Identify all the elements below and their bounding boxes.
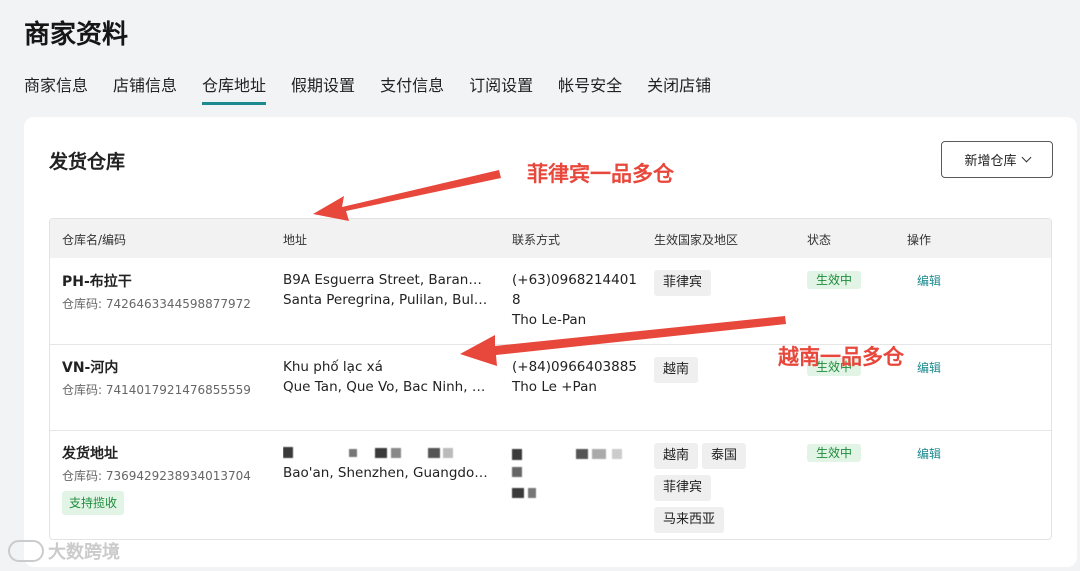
page-title: 商家资料	[24, 20, 129, 50]
contact-name: Tho Le-Pan	[512, 312, 587, 328]
header-name: 仓库名/编码	[62, 233, 127, 247]
warehouse-name: PH-布拉干	[62, 274, 132, 290]
watermark: 大数跨境	[8, 538, 120, 564]
warehouse-contact: (+84)0966403885 Tho Le +Pan	[512, 357, 637, 397]
annotation-vn: 越南一品多仓	[778, 345, 904, 369]
warehouse-address: Khu phố lạc xá Que Tan, Que Vo, Bac Ninh…	[283, 357, 488, 397]
status-badge: 生效中	[807, 444, 862, 462]
tab-holiday-settings[interactable]: 假期设置	[291, 72, 355, 105]
add-warehouse-button[interactable]: 新增仓库	[941, 141, 1053, 178]
header-contact: 联系方式	[512, 233, 561, 247]
region-list: 菲律宾	[654, 270, 774, 296]
address-line: Que Tan, Que Vo, Bac Ninh, V...	[283, 379, 488, 395]
status-badge: 生效中	[807, 271, 862, 289]
redacted-contact	[512, 443, 637, 503]
address-line: Bao'an, Shenzhen, Guangdong...	[283, 465, 488, 481]
warehouse-address: B9A Esguerra Street, Barangay... Santa P…	[283, 270, 488, 310]
address-line: B9A Esguerra Street, Barangay...	[283, 272, 488, 288]
address-line: Santa Peregrina, Pulilan, Bulacan...	[283, 292, 488, 308]
tab-store-info[interactable]: 店铺信息	[113, 72, 177, 105]
contact-phone: (+84)0966403885	[512, 359, 637, 375]
edit-link[interactable]: 编辑	[917, 274, 941, 288]
watermark-text: 大数跨境	[48, 542, 120, 563]
region-tag: 菲律宾	[654, 475, 712, 501]
region-tag: 越南	[654, 357, 699, 383]
edit-link[interactable]: 编辑	[917, 447, 941, 461]
warehouse-name: VN-河内	[62, 360, 119, 376]
tab-merchant-info[interactable]: 商家信息	[24, 72, 88, 105]
tab-account-security[interactable]: 帐号安全	[558, 72, 622, 105]
pickup-support-badge: 支持揽收	[62, 491, 125, 515]
warehouse-name: 发货地址	[62, 446, 118, 462]
warehouse-contact: (+63)09682144018 Tho Le-Pan	[512, 270, 637, 330]
table-header: 仓库名/编码 地址 联系方式 生效国家及地区 状态 操作	[50, 219, 1051, 258]
header-region: 生效国家及地区	[654, 233, 739, 247]
table-row: PH-布拉干 仓库码: 7426463344598877972 B9A Esgu…	[50, 258, 1051, 344]
tab-close-store[interactable]: 关闭店铺	[647, 72, 711, 105]
tab-warehouse-address[interactable]: 仓库地址	[202, 72, 267, 105]
contact-name: Tho Le +Pan	[512, 379, 597, 395]
warehouse-address: Bao'an, Shenzhen, Guangdong...	[283, 443, 488, 483]
watermark-logo-icon	[8, 540, 44, 562]
add-warehouse-label: 新增仓库	[964, 154, 1017, 169]
warehouse-table: 仓库名/编码 地址 联系方式 生效国家及地区 状态 操作 PH-布拉干 仓库码:…	[49, 218, 1052, 540]
warehouse-code: 仓库码: 7414017921476855559	[62, 383, 251, 397]
chevron-down-icon	[1021, 152, 1031, 163]
header-status: 状态	[807, 233, 832, 247]
table-row: 发货地址 仓库码: 7369429238934013704 支持揽收 Bao'a…	[50, 430, 1051, 539]
tab-payment-info[interactable]: 支付信息	[380, 72, 444, 105]
tab-subscription-settings[interactable]: 订阅设置	[469, 72, 533, 105]
redacted-address	[283, 443, 488, 463]
region-tag: 越南	[654, 443, 699, 469]
tab-bar: 商家信息 店铺信息 仓库地址 假期设置 支付信息 订阅设置 帐号安全 关闭店铺	[24, 72, 736, 105]
region-tag: 马来西亚	[654, 507, 725, 533]
edit-link[interactable]: 编辑	[917, 361, 941, 375]
warehouse-code: 仓库码: 7426463344598877972	[62, 297, 251, 311]
header-action: 操作	[907, 233, 932, 247]
region-list: 越南	[654, 357, 774, 383]
region-tag: 泰国	[702, 443, 747, 469]
annotation-ph: 菲律宾一品多仓	[527, 162, 674, 186]
address-line: Khu phố lạc xá	[283, 359, 383, 375]
region-list: 越南 泰国 菲律宾 马来西亚	[654, 443, 774, 533]
contact-phone: (+63)09682144018	[512, 272, 637, 308]
region-tag: 菲律宾	[654, 270, 712, 296]
card-title: 发货仓库	[49, 151, 126, 173]
warehouse-code: 仓库码: 7369429238934013704	[62, 469, 251, 483]
header-address: 地址	[283, 233, 308, 247]
